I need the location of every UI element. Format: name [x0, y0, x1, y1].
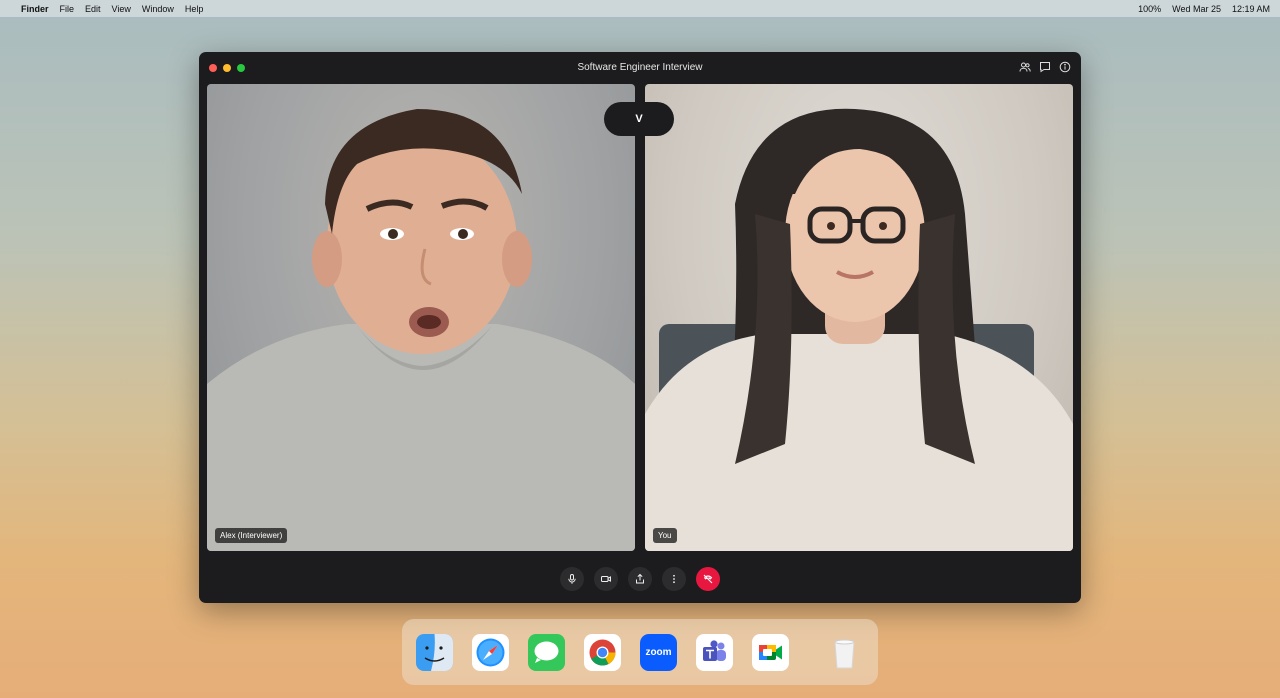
finder-icon: [416, 633, 453, 671]
more-icon: [673, 574, 675, 584]
menu-edit[interactable]: Edit: [85, 4, 101, 14]
video-tile-interviewer[interactable]: Alex (Interviewer): [207, 84, 635, 551]
share-screen-button[interactable]: [628, 567, 652, 591]
brand-logo: V: [635, 113, 643, 125]
video-tile-self[interactable]: You: [645, 84, 1073, 551]
menu-bar: Finder File Edit View Window Help 100% W…: [0, 0, 1280, 17]
share-screen-icon: [636, 573, 644, 584]
brand-logo-pill[interactable]: V: [604, 102, 674, 136]
menu-file[interactable]: File: [60, 4, 75, 14]
window-titlebar: Software Engineer Interview: [199, 52, 1081, 83]
self-video-feed: [645, 108, 1073, 551]
participants-icon[interactable]: [1019, 61, 1031, 73]
call-controls: [199, 567, 1081, 591]
end-call-button[interactable]: [696, 567, 720, 591]
menu-help[interactable]: Help: [185, 4, 204, 14]
teams-icon: [696, 633, 733, 671]
menu-date[interactable]: Wed Mar 25: [1172, 4, 1221, 14]
more-options-button[interactable]: [662, 567, 686, 591]
dock-app-google-meet[interactable]: [752, 633, 789, 671]
menu-time[interactable]: 12:19 AM: [1232, 4, 1270, 14]
interviewer-video-feed: [207, 109, 635, 551]
participant-label-interviewer: Alex (Interviewer): [215, 528, 288, 543]
dock: zoom: [402, 619, 878, 685]
end-call-icon: [703, 574, 713, 584]
messages-icon: [528, 633, 565, 671]
call-window: Software Engineer Interview Alex (Interv…: [199, 52, 1081, 603]
safari-icon: [472, 633, 509, 671]
battery-status[interactable]: 100%: [1138, 4, 1161, 14]
zoom-icon-label: zoom: [645, 646, 672, 658]
menu-view[interactable]: View: [112, 4, 131, 14]
chrome-icon: [584, 633, 621, 671]
participant-label-self: You: [653, 528, 677, 543]
camera-icon: [601, 576, 611, 582]
info-icon[interactable]: [1059, 61, 1071, 73]
google-meet-icon: [752, 633, 789, 671]
dock-app-zoom[interactable]: zoom: [640, 633, 677, 671]
dock-app-teams[interactable]: [696, 633, 733, 671]
dock-app-trash[interactable]: [826, 634, 863, 671]
microphone-button[interactable]: [560, 567, 584, 591]
chat-icon[interactable]: [1039, 61, 1051, 73]
dock-app-safari[interactable]: [472, 633, 509, 671]
dock-app-messages[interactable]: [528, 633, 565, 671]
dock-app-chrome[interactable]: [584, 633, 621, 671]
camera-button[interactable]: [594, 567, 618, 591]
menu-app-name[interactable]: Finder: [21, 4, 49, 14]
dock-app-finder[interactable]: [416, 633, 453, 671]
trash-icon: [834, 639, 855, 668]
window-title: Software Engineer Interview: [577, 62, 703, 73]
microphone-icon: [568, 574, 576, 584]
menu-window[interactable]: Window: [142, 4, 174, 14]
